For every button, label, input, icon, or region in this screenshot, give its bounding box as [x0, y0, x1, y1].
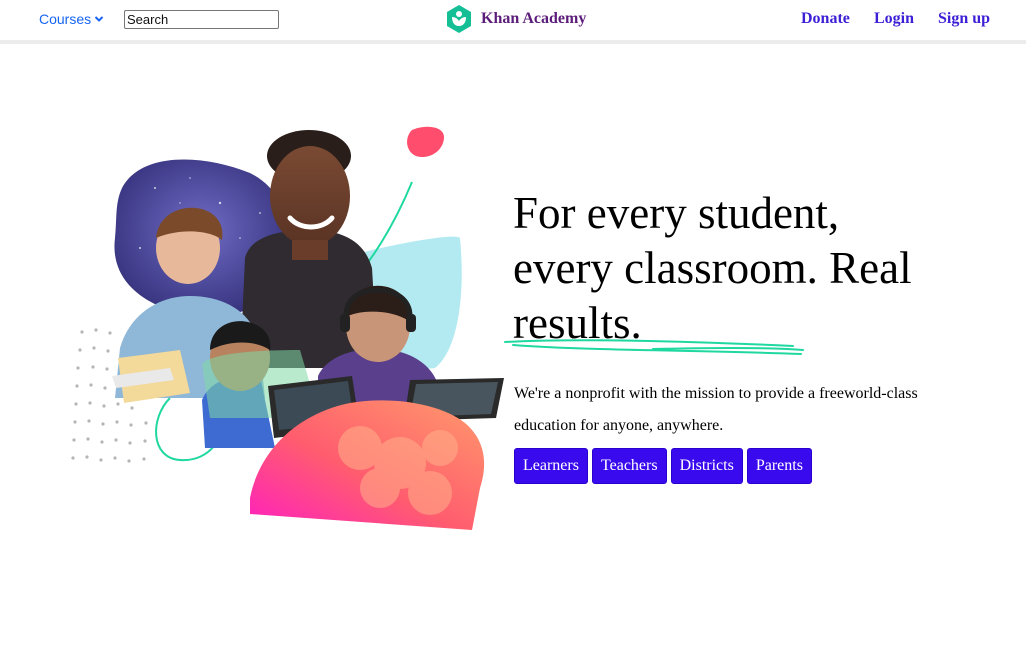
courses-menu-button[interactable]: Courses [39, 11, 104, 27]
courses-label: Courses [39, 11, 92, 27]
search-input[interactable] [124, 10, 279, 29]
signup-link[interactable]: Sign up [938, 10, 990, 28]
headline-line-1: For every student, [513, 188, 840, 238]
teachers-button[interactable]: Teachers [591, 448, 667, 484]
learners-button[interactable]: Learners [514, 448, 588, 484]
brand-logo-link[interactable]: Khan Academy [446, 5, 586, 33]
hero-illustration [71, 126, 504, 530]
login-link[interactable]: Login [874, 10, 914, 28]
headline-line-2: every classroom. Real [513, 243, 912, 293]
khan-academy-logo-icon [447, 5, 471, 33]
header-divider [0, 40, 1026, 44]
hero-description: We're a nonprofit with the mission to pr… [514, 385, 918, 434]
chevron-down-icon [94, 16, 104, 22]
hero-headline: For every student, every classroom. Real… [513, 186, 983, 351]
parents-button[interactable]: Parents [746, 448, 812, 484]
donate-link[interactable]: Donate [801, 10, 850, 28]
top-navigation-bar: Courses Khan Academy Donate Login Sign u… [0, 0, 1026, 40]
red-paint-blob [407, 126, 445, 158]
brand-name: Khan Academy [481, 10, 587, 27]
headline-underline-stroke [504, 339, 804, 355]
districts-button[interactable]: Districts [670, 448, 743, 484]
audience-buttons: Learners Teachers Districts Parents [514, 448, 812, 484]
